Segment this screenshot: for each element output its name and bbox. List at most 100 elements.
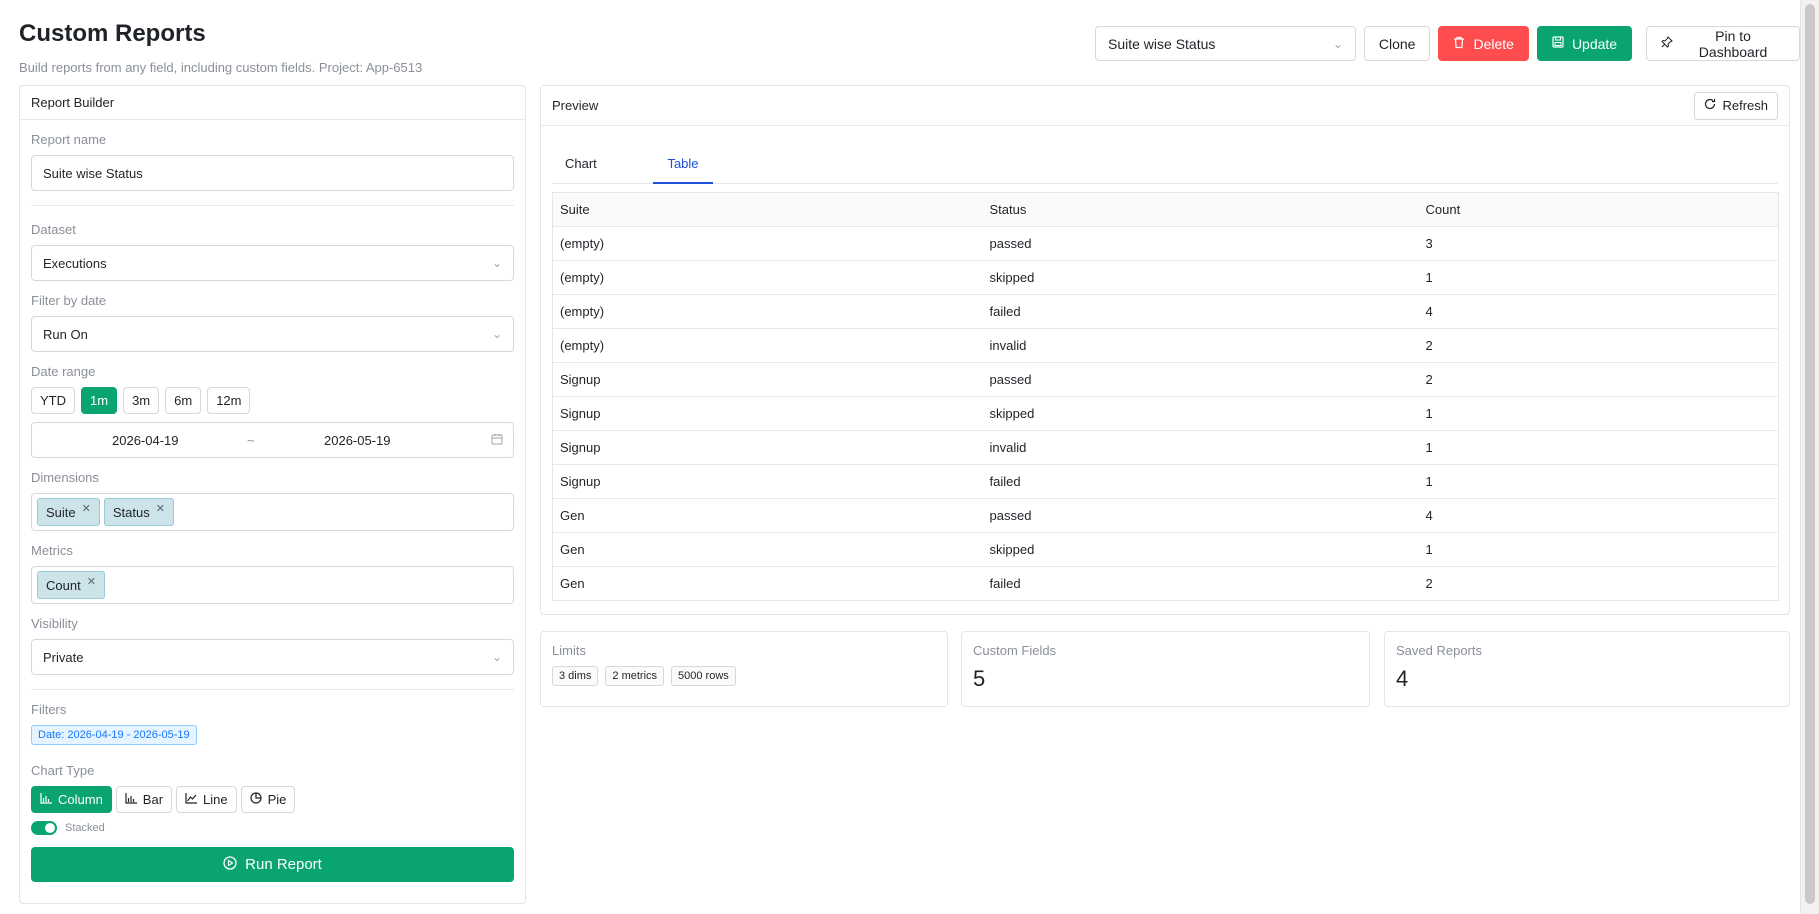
cell-status: failed: [982, 294, 1419, 329]
report-builder-title: Report Builder: [20, 86, 525, 120]
results-table: Suite Status Count (empty) passed 3 (empty…: [552, 192, 1779, 601]
cell-suite: (empty): [552, 226, 983, 261]
update-button[interactable]: Update: [1536, 26, 1633, 61]
chart-type-pie[interactable]: Pie: [240, 786, 296, 813]
chart-type-group: Column Bar Line Pie: [31, 786, 514, 813]
table-row: (empty) failed 4: [552, 294, 1779, 329]
visibility-select[interactable]: Private ⌄: [31, 639, 514, 675]
cell-count: 2: [1418, 362, 1779, 397]
cell-count: 4: [1418, 498, 1779, 533]
delete-button-label: Delete: [1473, 35, 1514, 52]
chevron-down-icon: ⌄: [491, 327, 502, 341]
report-name-input[interactable]: Suite wise Status: [31, 155, 514, 191]
stacked-toggle-row: Stacked: [31, 821, 514, 835]
tab-table[interactable]: Table: [653, 146, 713, 184]
preview-header: Preview Refresh: [541, 86, 1789, 126]
cell-count: 2: [1425, 576, 1433, 591]
chevron-down-icon: ⌄: [491, 256, 502, 270]
date-preset-1m[interactable]: 1m: [81, 387, 118, 414]
date-range-picker[interactable]: 2026-04-19 ~ 2026-05-19: [31, 422, 514, 458]
date-preset-group: YTD 1m 3m 6m 12m: [31, 387, 514, 414]
cell-status: skipped: [982, 396, 1419, 431]
saved-report-select[interactable]: Suite wise Status ⌄: [1095, 26, 1356, 61]
table-row: (empty) invalid 2: [552, 328, 1779, 363]
date-start[interactable]: 2026-04-19: [112, 433, 179, 448]
dataset-label: Dataset: [31, 222, 76, 237]
line-chart-icon: [185, 792, 198, 807]
cell-count: 1: [1418, 532, 1779, 567]
dataset-value: Executions: [43, 255, 107, 271]
dimension-tag-label: Suite: [46, 504, 76, 520]
chart-type-column[interactable]: Column: [31, 786, 112, 813]
page-header: Custom Reports Build reports from any fi…: [19, 20, 422, 75]
limits-label: Limits: [552, 643, 586, 658]
table-row: Signup passed 2: [552, 362, 1779, 397]
report-name-label: Report name: [31, 132, 107, 147]
cell-count: 1: [1418, 396, 1779, 431]
pin-to-dashboard-button[interactable]: Pin to Dashboard: [1646, 26, 1800, 61]
calendar-icon: [491, 433, 503, 448]
cell-suite: Signup: [552, 362, 983, 397]
chevron-down-icon: ⌄: [491, 650, 502, 664]
custom-fields-label: Custom Fields: [973, 643, 1057, 658]
table-row: (empty) skipped 1: [552, 260, 1779, 295]
cell-status: passed: [982, 362, 1419, 397]
saved-reports-value: 4: [1396, 666, 1409, 691]
stacked-label: Stacked: [65, 822, 105, 834]
save-icon: [1552, 36, 1564, 51]
chart-type-bar[interactable]: Bar: [115, 786, 173, 813]
table-header-row: Suite Status Count: [552, 192, 1779, 227]
cell-status: failed: [982, 464, 1419, 499]
cell-suite: (empty): [552, 294, 983, 329]
column-header-suite[interactable]: Suite: [552, 192, 983, 227]
metrics-select[interactable]: Count ✕: [31, 566, 514, 604]
metrics-label: Metrics: [31, 543, 73, 558]
date-end[interactable]: 2026-05-19: [324, 433, 391, 448]
cell-suite: Gen: [552, 532, 983, 567]
limit-pill-metrics: 2 metrics: [605, 666, 665, 686]
cell-suite: Gen: [560, 576, 585, 591]
trash-icon: [1453, 36, 1465, 52]
bar-chart-icon: [125, 792, 137, 807]
chart-type-line[interactable]: Line: [176, 786, 237, 813]
run-report-button[interactable]: Run Report: [31, 847, 514, 882]
metric-tag-count: Count ✕: [37, 571, 105, 599]
tab-chart[interactable]: Chart: [565, 146, 615, 184]
top-actions: Suite wise Status ⌄ Clone Delete Update …: [1095, 26, 1800, 61]
cell-status: passed: [982, 498, 1419, 533]
scrollbar-thumb[interactable]: [1805, 4, 1815, 904]
table-row: Gen skipped 1: [552, 532, 1779, 567]
date-preset-12m[interactable]: 12m: [207, 387, 251, 414]
metric-tag-label: Count: [46, 577, 81, 593]
filter-by-date-select[interactable]: Run On ⌄: [31, 316, 514, 352]
close-icon[interactable]: ✕: [82, 502, 91, 515]
table-row: Signup invalid 1: [552, 430, 1779, 465]
cell-suite: Signup: [552, 396, 983, 431]
clone-button[interactable]: Clone: [1363, 26, 1431, 61]
cell-count: 3: [1418, 226, 1779, 261]
close-icon[interactable]: ✕: [87, 575, 96, 588]
dataset-select[interactable]: Executions ⌄: [31, 245, 514, 281]
custom-fields-value: 5: [973, 666, 986, 691]
dimensions-select[interactable]: Suite ✕ Status ✕: [31, 493, 514, 531]
dimension-tag-status: Status ✕: [103, 498, 174, 526]
column-chart-icon: [40, 792, 52, 807]
cell-suite: Signup: [552, 430, 983, 465]
dimension-tag-suite: Suite ✕: [37, 498, 100, 526]
date-preset-3m[interactable]: 3m: [123, 387, 160, 414]
stacked-toggle[interactable]: [31, 821, 57, 835]
report-builder-card: Report Builder Report name Suite wise St…: [19, 85, 526, 904]
delete-button[interactable]: Delete: [1438, 26, 1529, 61]
refresh-button[interactable]: Refresh: [1694, 91, 1778, 120]
close-icon[interactable]: ✕: [156, 502, 165, 515]
cell-suite: (empty): [552, 328, 983, 363]
column-header-status[interactable]: Status: [982, 192, 1419, 227]
page-scrollbar[interactable]: [1800, 0, 1819, 914]
dimension-tag-label: Status: [112, 504, 150, 520]
page-subtitle: Build reports from any field, including …: [19, 60, 423, 75]
cell-status: failed: [989, 576, 1021, 591]
date-preset-6m[interactable]: 6m: [165, 387, 202, 414]
cell-count: 1: [1418, 464, 1779, 499]
date-preset-ytd[interactable]: YTD: [31, 387, 75, 414]
column-header-count[interactable]: Count: [1418, 192, 1779, 227]
